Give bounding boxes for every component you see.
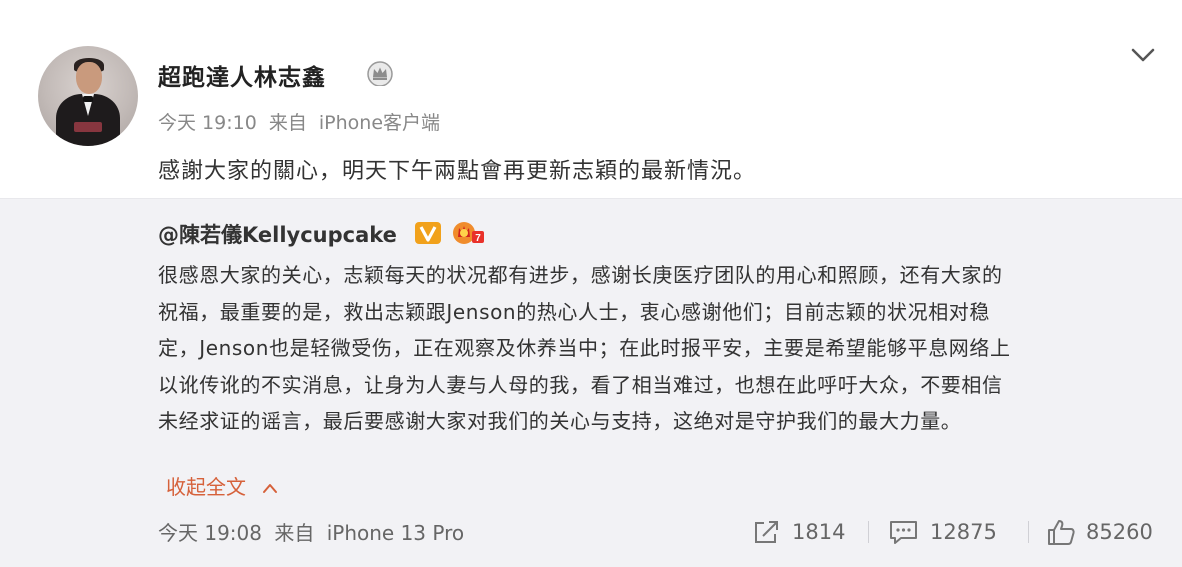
reposted-content: @陳若儀Kellycupcake 7 很感恩大家的关心，志颖每天的状况都有进步，… (0, 198, 1182, 567)
divider (868, 521, 869, 543)
repost-line: 祝福，最重要的是，救出志颖跟Jenson的热心人士，衷心感谢他们；目前志颖的状况… (158, 299, 991, 324)
chevron-up-icon (263, 484, 278, 493)
repost-line: 未经求证的谣言，最后要感谢大家对我们的关心与支持，这绝对是守护我们的最大力量。 (158, 409, 962, 433)
repost-line: 很感恩大家的关心，志颖每天的状况都有进步，感谢长庚医疗团队的用心和照顾，还有大家… (158, 263, 1003, 287)
post-meta: 今天 19:10 来自 iPhone客户端 (158, 108, 446, 135)
chevron-down-icon[interactable] (1128, 44, 1158, 66)
post-text: 感謝大家的關心，明天下午兩點會再更新志穎的最新情況。 (158, 159, 757, 184)
comment-count: 12875 (930, 520, 997, 544)
repost-meta: 今天 19:08 来自 iPhone 13 Pro (158, 517, 470, 546)
repost-line: 定，Jenson也是轻微受伤，正在观察及休养当中；在此时报平安，主要是希望能够平… (158, 336, 1011, 360)
user-avatar[interactable] (38, 46, 138, 146)
divider (1028, 521, 1029, 543)
comment-button[interactable]: 12875 (888, 517, 997, 547)
like-button[interactable]: 85260 (1046, 517, 1153, 547)
post-source: iPhone客户端 (318, 112, 441, 134)
repost-line: 以讹传讹的不实消息，让身为人妻与人母的我，看了相当难过，也想在此呼吁大众，不要相… (158, 372, 1003, 397)
repost-source: iPhone 13 Pro (326, 521, 465, 545)
repost-author-link[interactable]: @陳若儀Kellycupcake (158, 219, 397, 249)
post-time[interactable]: 今天 19:10 (158, 112, 257, 134)
repost-button[interactable]: 1814 (752, 517, 845, 547)
like-count: 85260 (1086, 520, 1153, 544)
collapse-label: 收起全文 (166, 475, 246, 499)
verified-v-icon (415, 222, 441, 244)
crown-icon (367, 61, 393, 86)
thumbs-up-icon (1048, 520, 1075, 545)
repost-time[interactable]: 今天 19:08 (158, 521, 262, 545)
repost-body: 很感恩大家的关心，志颖每天的状况都有进步，感谢长庚医疗团队的用心和照顾，还有大家… (158, 257, 1148, 440)
share-icon (755, 521, 778, 543)
repost-count: 1814 (792, 520, 846, 544)
comment-icon (890, 521, 917, 544)
post-source-prefix: 来自 (268, 112, 307, 134)
svg-text:7: 7 (475, 233, 481, 244)
vip-badge-icon[interactable]: 7 (450, 217, 486, 247)
weibo-post-card: 超跑達人林志鑫 今天 19:10 来自 iPhone客户端 感謝大家的關心，明天… (0, 0, 1182, 567)
username[interactable]: 超跑達人林志鑫 (158, 58, 326, 92)
collapse-full-text-link[interactable]: 收起全文 (166, 471, 278, 500)
repost-source-prefix: 来自 (274, 521, 315, 545)
